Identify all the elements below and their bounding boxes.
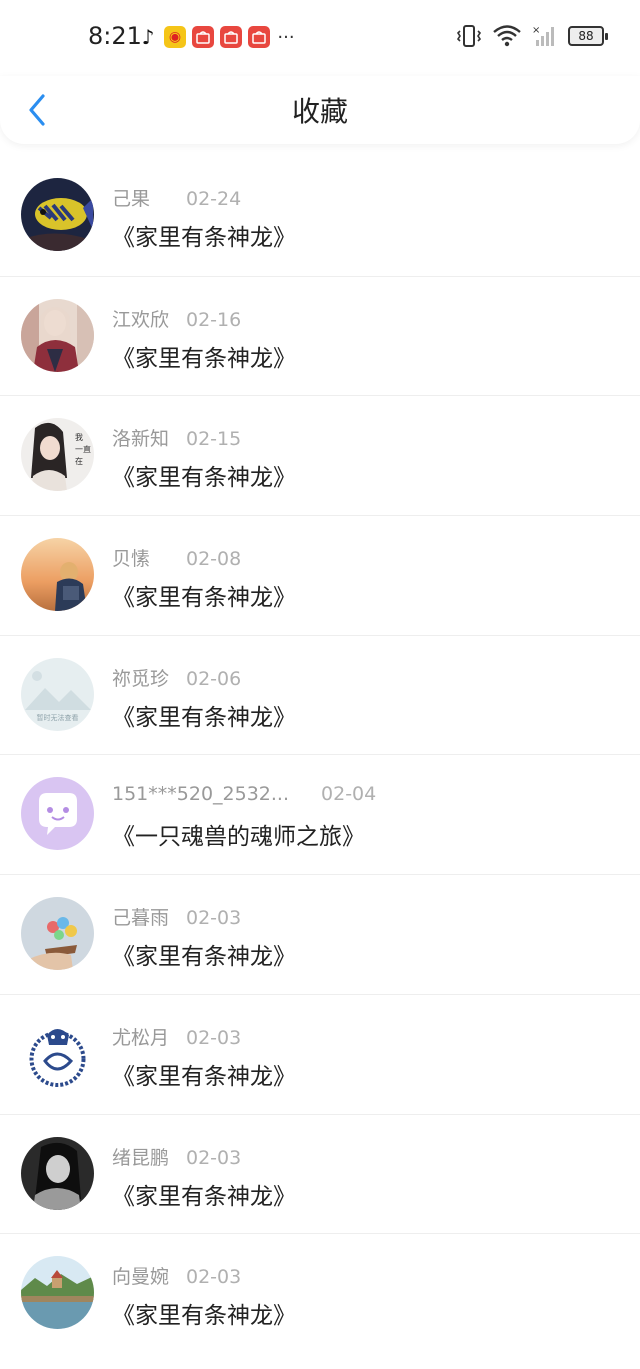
item-date: 02-16 [186, 308, 242, 331]
item-date: 02-15 [186, 428, 242, 451]
wifi-icon [493, 25, 521, 47]
item-meta: 江欢欣 02-16 [112, 305, 241, 332]
vibrate-icon [456, 25, 482, 47]
huawei-icon [192, 26, 214, 48]
status-time: 8:21 [88, 22, 142, 50]
book-title: 《家里有条神龙》 [112, 1063, 296, 1090]
user-name: 祢觅珍 [112, 667, 170, 690]
list-item[interactable]: 暂时无法查看 祢觅珍 02-06 《家里有条神龙》 [0, 634, 640, 755]
book-title: 《家里有条神龙》 [112, 225, 296, 251]
avatar-caption: 暂时无法查看 [37, 713, 79, 722]
avatar-caption-1: 我 [75, 432, 83, 442]
item-date: 02-03 [186, 1146, 242, 1169]
item-meta: 洛新知 02-15 [112, 424, 241, 451]
item-meta: 己果 02-24 [112, 184, 241, 211]
notification-icons: ♪ ◉ ··· [138, 24, 296, 50]
user-name: 绪昆鹏 [112, 1146, 170, 1169]
huawei-icon [220, 26, 242, 48]
favorites-list: 己果 02-24 《家里有条神龙》 江欢欣 02-16 《家里有条神龙》 我 一… [0, 156, 640, 1353]
avatar [21, 777, 94, 851]
list-item[interactable]: 向曼婉 02-03 《家里有条神龙》 [0, 1233, 640, 1353]
avatar-caption-3: 在 [75, 456, 83, 466]
item-meta: 己暮雨 02-03 [112, 903, 241, 930]
book-title: 《一只魂兽的魂师之旅》 [112, 824, 365, 851]
avatar [21, 1016, 94, 1090]
weibo-icon: ◉ [164, 26, 186, 48]
user-name: 己果 [112, 188, 151, 210]
item-date: 02-24 [186, 188, 242, 210]
item-date: 02-03 [186, 907, 242, 930]
item-meta: 绪昆鹏 02-03 [112, 1143, 241, 1170]
item-meta: 贝愫 02-08 [112, 544, 241, 571]
user-name: 己暮雨 [112, 907, 170, 930]
item-date: 02-03 [186, 1026, 242, 1049]
list-item[interactable]: 贝愫 02-08 《家里有条神龙》 [0, 515, 640, 635]
list-item[interactable]: 绪昆鹏 02-03 《家里有条神龙》 [0, 1113, 640, 1234]
item-meta: 祢觅珍 02-06 [112, 664, 241, 691]
item-meta: 151***520_2532... 02-04 [112, 783, 376, 805]
avatar [21, 298, 94, 372]
avatar [21, 1256, 94, 1330]
status-bar: 8:21 ♪ ◉ ··· × 88 [0, 0, 640, 76]
list-item[interactable]: 151***520_2532... 02-04 《一只魂兽的魂师之旅》 [0, 754, 640, 874]
book-title: 《家里有条神龙》 [112, 704, 296, 731]
list-item[interactable]: 江欢欣 02-16 《家里有条神龙》 [0, 275, 640, 396]
book-title: 《家里有条神龙》 [112, 944, 296, 971]
item-meta: 尤松月 02-03 [112, 1023, 241, 1050]
book-title: 《家里有条神龙》 [112, 1303, 296, 1330]
book-title: 《家里有条神龙》 [112, 465, 296, 492]
tiktok-icon: ♪ [141, 25, 155, 49]
avatar [21, 897, 94, 971]
page-title: 收藏 [291, 95, 348, 128]
user-name: 贝愫 [112, 548, 151, 571]
item-date: 02-04 [321, 783, 377, 806]
item-date: 02-08 [186, 548, 242, 571]
avatar [21, 178, 94, 251]
more-notifications-icon: ··· [277, 26, 295, 48]
avatar [21, 1136, 94, 1210]
huawei-icon [248, 26, 270, 48]
avatar-caption-2: 一直 [75, 444, 91, 454]
user-name: 向曼婉 [112, 1266, 170, 1289]
user-name: 尤松月 [112, 1026, 170, 1049]
battery-level: 88 [578, 29, 594, 43]
book-title: 《家里有条神龙》 [112, 345, 296, 372]
item-meta: 向曼婉 02-03 [112, 1262, 241, 1289]
list-item[interactable]: 尤松月 02-03 《家里有条神龙》 [0, 993, 640, 1114]
book-title: 《家里有条神龙》 [112, 1183, 296, 1210]
avatar [21, 538, 94, 612]
user-name: 151***520_2532... [112, 783, 290, 806]
system-icons: × 88 [456, 22, 608, 50]
user-name: 江欢欣 [112, 308, 170, 331]
list-item[interactable]: 我 一直 在 洛新知 02-15 《家里有条神龙》 [0, 395, 640, 515]
item-date: 02-03 [186, 1266, 242, 1289]
item-date: 02-06 [186, 667, 242, 690]
list-item[interactable]: 己果 02-24 《家里有条神龙》 [0, 156, 640, 276]
user-name: 洛新知 [112, 428, 170, 451]
book-title: 《家里有条神龙》 [112, 585, 296, 612]
nav-bar: 收藏 [0, 76, 640, 144]
battery-icon: 88 [568, 26, 608, 46]
list-item[interactable]: 己暮雨 02-03 《家里有条神龙》 [0, 874, 640, 994]
avatar: 我 一直 在 [21, 418, 94, 492]
svg-text:×: × [532, 25, 540, 36]
avatar: 暂时无法查看 [21, 657, 94, 731]
signal-icon: × [532, 25, 554, 46]
